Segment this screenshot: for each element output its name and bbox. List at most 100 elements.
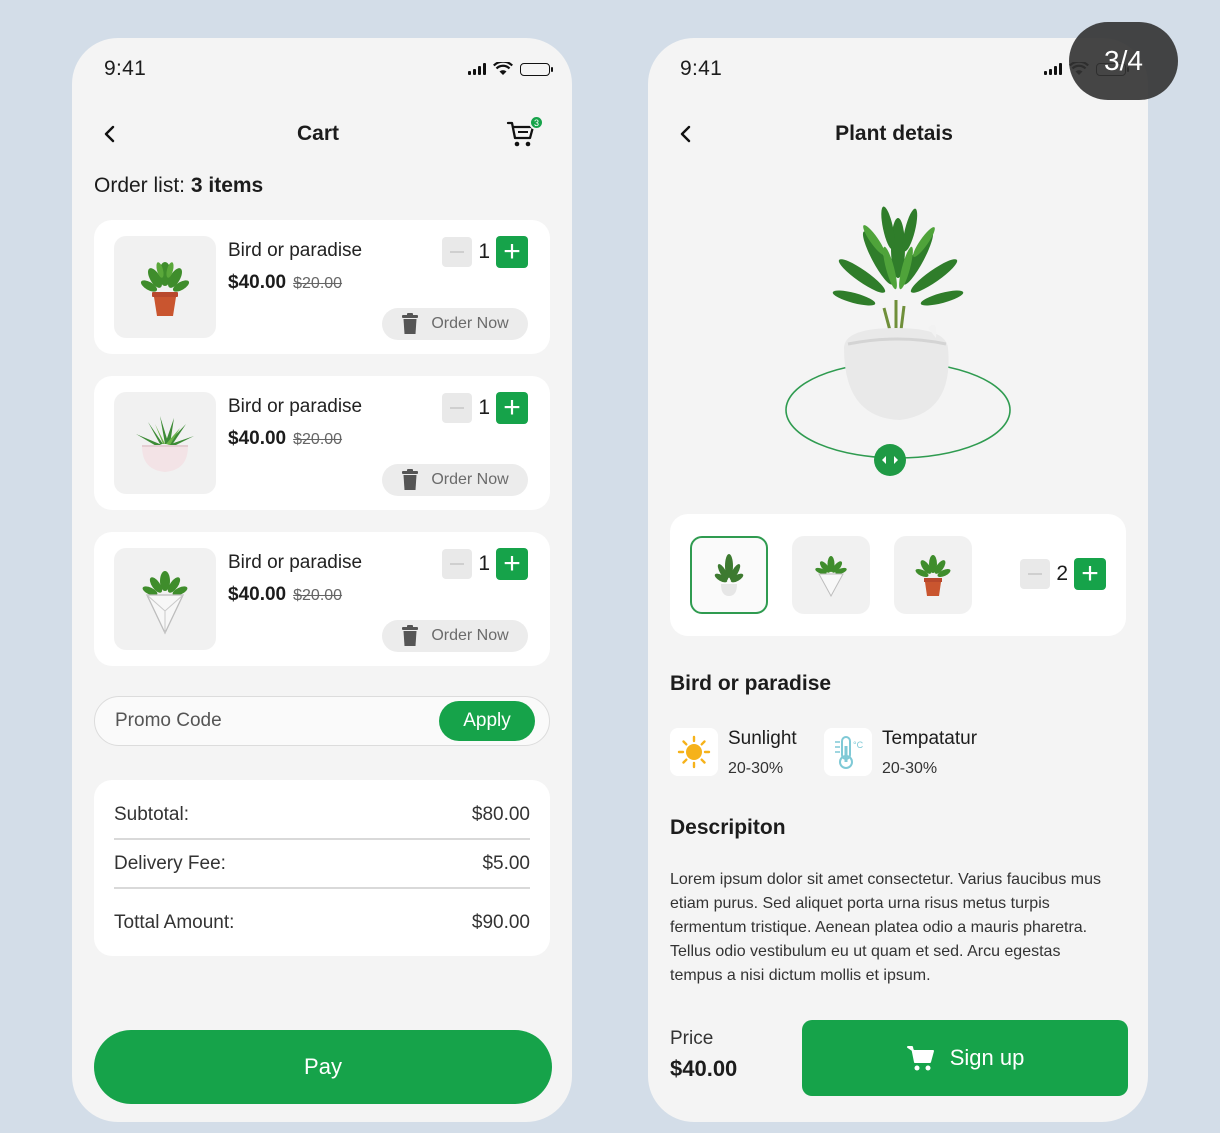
- battery-icon: [520, 62, 553, 76]
- cart-badge: 3: [529, 115, 544, 130]
- sign-up-label: Sign up: [949, 1045, 1025, 1070]
- decrease-button[interactable]: [1020, 559, 1051, 589]
- order-now-label: Order Now: [431, 471, 509, 488]
- trash-icon: [402, 313, 419, 334]
- chevron-left-icon: [680, 125, 691, 143]
- quantity-stepper: 2 +: [1020, 558, 1106, 590]
- geometric-hanging-planter-icon: [815, 556, 847, 598]
- item-prices: $40.00 $20.00: [228, 272, 342, 294]
- item-price: $40.00: [228, 428, 287, 449]
- quantity-value: 1: [478, 552, 490, 575]
- item-old-price: $20.00: [293, 431, 343, 448]
- cart-button[interactable]: 3: [504, 115, 544, 151]
- item-price: $40.00: [228, 584, 287, 605]
- total-value: $90.00: [471, 912, 530, 933]
- subtotal-value: $80.00: [471, 804, 530, 825]
- status-icons: [468, 62, 553, 76]
- sun-icon: [670, 728, 718, 776]
- decrease-button[interactable]: [442, 549, 473, 579]
- description-title: Descripiton: [670, 816, 786, 839]
- condition-value: 20-30%: [728, 760, 784, 777]
- page-title: Cart: [296, 122, 340, 145]
- order-list-heading: Order list: 3 items: [94, 174, 263, 198]
- item-old-price: $20.00: [293, 587, 343, 604]
- quantity-value: 2: [1056, 562, 1068, 585]
- order-summary: Subtotal: $80.00 Delivery Fee: $5.00 Tot…: [94, 780, 550, 956]
- back-button[interactable]: [674, 122, 698, 146]
- plant-3d-viewer[interactable]: [778, 188, 1018, 484]
- condition-temperature: °C Tempatatur 20-30%: [824, 728, 977, 778]
- order-now-button[interactable]: Order Now: [382, 464, 528, 496]
- increase-button[interactable]: +: [496, 548, 528, 580]
- order-list-label: Order list:: [94, 174, 186, 197]
- delivery-label: Delivery Fee:: [114, 853, 226, 874]
- quantity-stepper: 1 +: [442, 548, 528, 580]
- variant-selector: 2 +: [670, 514, 1126, 636]
- item-old-price: $20.00: [293, 275, 343, 292]
- apply-button[interactable]: Apply: [439, 701, 535, 741]
- variant-option[interactable]: [894, 536, 972, 614]
- status-bar: 9:41: [104, 54, 553, 84]
- back-button[interactable]: [98, 122, 122, 146]
- cart-header: Cart 3: [98, 115, 544, 152]
- variant-option[interactable]: [690, 536, 768, 614]
- status-time: 9:41: [104, 57, 147, 80]
- promo-code-box: Apply: [94, 696, 550, 746]
- order-now-button[interactable]: Order Now: [382, 308, 528, 340]
- variant-option[interactable]: [792, 536, 870, 614]
- page-title: Plant detais: [835, 122, 953, 145]
- quantity-stepper: 1 +: [442, 236, 528, 268]
- status-bar: 9:41: [680, 54, 1129, 84]
- description-text: Lorem ipsum dolor sit amet consectetur. …: [670, 871, 1101, 984]
- increase-button[interactable]: +: [496, 236, 528, 268]
- subtotal-row: Subtotal: $80.00: [114, 804, 530, 826]
- price-value: $40.00: [670, 1056, 738, 1081]
- decrease-button[interactable]: [442, 393, 473, 423]
- condition-value: 20-30%: [882, 760, 938, 777]
- potted-plant-terracotta-icon: [915, 555, 951, 596]
- order-now-label: Order Now: [431, 315, 509, 332]
- decrease-button[interactable]: [442, 237, 473, 267]
- cart-item: Bird or paradise $40.00 $20.00 1 + Order…: [94, 376, 550, 510]
- item-prices: $40.00 $20.00: [228, 428, 342, 450]
- trash-icon: [402, 625, 419, 646]
- quantity-value: 1: [478, 396, 490, 419]
- signal-icon: [468, 63, 486, 75]
- increase-button[interactable]: +: [1074, 558, 1106, 590]
- cart-item: Bird or paradise $40.00 $20.00 1 + Order…: [94, 220, 550, 354]
- order-now-label: Order Now: [431, 627, 509, 644]
- increase-button[interactable]: +: [496, 392, 528, 424]
- delivery-value: $5.00: [482, 853, 530, 874]
- details-header: Plant detais: [674, 116, 1114, 152]
- chevron-left-icon: [104, 125, 115, 143]
- order-list-count: 3 items: [190, 174, 264, 197]
- divider: [114, 838, 530, 840]
- small-potted-plant-icon: [714, 554, 744, 596]
- delivery-row: Delivery Fee: $5.00: [114, 853, 530, 875]
- promo-code-input[interactable]: [115, 707, 415, 735]
- signal-icon: [1044, 63, 1062, 75]
- condition-name: Tempatatur: [882, 728, 978, 749]
- potted-plant-terracotta-icon: [114, 236, 216, 338]
- page-indicator: 3/4: [1069, 22, 1178, 100]
- quantity-value: 1: [478, 240, 490, 263]
- svg-text:°C: °C: [853, 740, 864, 750]
- item-name: Bird or paradise: [228, 552, 363, 573]
- quantity-stepper: 1 +: [442, 392, 528, 424]
- sign-up-button[interactable]: Sign up: [802, 1020, 1128, 1096]
- plant-name: Bird or paradise: [670, 672, 832, 695]
- order-now-button[interactable]: Order Now: [382, 620, 528, 652]
- cart-screen: 9:41 Cart 3 Order list: 3 items Bird or …: [72, 38, 572, 1122]
- item-prices: $40.00 $20.00: [228, 584, 342, 606]
- total-label: Tottal Amount:: [114, 912, 235, 933]
- condition-sunlight: Sunlight 20-30%: [670, 728, 797, 778]
- wifi-icon: [493, 62, 513, 75]
- plant-hero-image: [785, 206, 1011, 476]
- plant-details-screen: 9:41 Plant detais 2 + Bird or paradise S…: [648, 38, 1148, 1122]
- geometric-hanging-planter-icon: [114, 548, 216, 650]
- shopping-cart-icon: [906, 1046, 934, 1071]
- cart-item: Bird or paradise $40.00 $20.00 1 + Order…: [94, 532, 550, 666]
- item-name: Bird or paradise: [228, 396, 363, 417]
- pay-button[interactable]: Pay: [94, 1030, 552, 1104]
- condition-name: Sunlight: [728, 728, 797, 749]
